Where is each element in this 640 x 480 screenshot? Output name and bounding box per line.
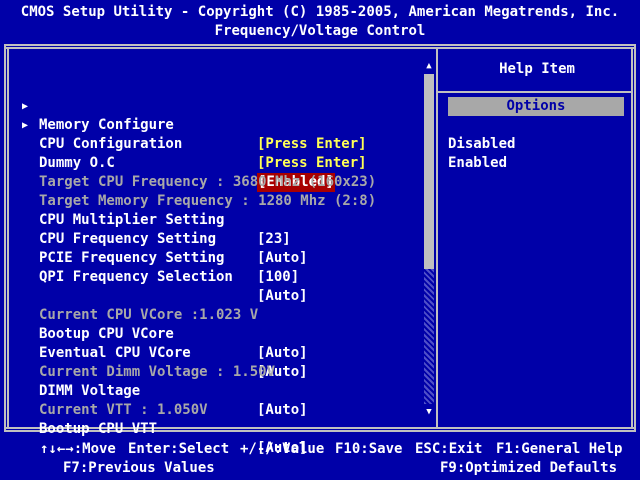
option-item: Disabled bbox=[448, 136, 516, 152]
key-hint-general-help: F1:General Help bbox=[496, 441, 623, 457]
panel-divider bbox=[436, 47, 438, 429]
readonly-text: Target CPU Frequency : 3680 Mhz (160x23) bbox=[39, 174, 377, 190]
setting-row-qpi-frequency[interactable]: QPI Frequency Selection [Auto] bbox=[6, 249, 308, 304]
setting-row-cpu-multiplier[interactable]: CPU Multiplier Setting [23] bbox=[6, 192, 291, 247]
setting-row-dimm-voltage[interactable]: DIMM Voltage [Auto] bbox=[6, 363, 308, 418]
bios-screen: CMOS Setup Utility - Copyright (C) 1985-… bbox=[0, 0, 640, 480]
setting-label: PCIE Frequency Setting bbox=[39, 250, 225, 266]
setting-row-bootup-cpu-vtt[interactable]: Bootup CPU VTT [Auto] bbox=[6, 401, 308, 456]
triangle-down-icon[interactable]: ▼ bbox=[424, 406, 434, 418]
readonly-text: Target Memory Frequency : 1280 Mhz (2:8) bbox=[39, 193, 377, 209]
scrollbar[interactable]: ▲ ▼ bbox=[424, 60, 434, 418]
frame-right-border bbox=[634, 44, 636, 432]
app-title: CMOS Setup Utility - Copyright (C) 1985-… bbox=[20, 4, 620, 20]
setting-label: Eventual CPU VCore bbox=[39, 345, 191, 361]
option-item: Enabled bbox=[448, 155, 508, 171]
scroll-thumb[interactable] bbox=[424, 74, 434, 269]
setting-value[interactable]: [Auto] bbox=[257, 287, 308, 306]
setting-value[interactable]: [Auto] bbox=[257, 401, 308, 420]
key-hint-value: +/-/:Value bbox=[240, 441, 325, 457]
setting-label: CPU Configuration bbox=[39, 136, 183, 152]
setting-row-eventual-cpu-vcore[interactable]: Eventual CPU VCore [Auto] bbox=[6, 325, 308, 380]
readonly-current-cpu-vcore: Current CPU VCore :1.023 V bbox=[6, 287, 258, 323]
key-hint-move: ↑↓←→:Move bbox=[40, 441, 116, 457]
setting-row-pcie-frequency[interactable]: PCIE Frequency Setting [100] bbox=[6, 230, 299, 285]
key-help-footer: ↑↓←→:Move Enter:Select +/-/:Value F10:Sa… bbox=[0, 438, 640, 480]
readonly-target-memory-frequency: Target Memory Frequency : 1280 Mhz (2:8) bbox=[6, 173, 376, 209]
triangle-up-icon[interactable]: ▲ bbox=[424, 60, 434, 72]
setting-value[interactable]: [100] bbox=[257, 268, 299, 287]
key-hint-select: Enter:Select bbox=[128, 441, 230, 457]
readonly-target-cpu-frequency: Target CPU Frequency : 3680 Mhz (160x23) bbox=[6, 154, 376, 190]
setting-label: Bootup CPU VTT bbox=[39, 421, 158, 437]
setting-row-bootup-cpu-vcore[interactable]: Bootup CPU VCore [Auto] bbox=[6, 306, 308, 361]
readonly-text: Current VTT : 1.050V bbox=[39, 402, 208, 418]
setting-label: QPI Frequency Selection bbox=[39, 269, 233, 285]
readonly-text: Current Dimm Voltage : 1.50V bbox=[39, 364, 276, 380]
setting-value[interactable]: [Auto] bbox=[257, 344, 308, 363]
frame-top-border-inner bbox=[4, 47, 636, 49]
setting-row-dummy-oc[interactable]: Dummy O.C [Enabled] bbox=[6, 135, 335, 192]
page-title: Frequency/Voltage Control bbox=[214, 23, 426, 39]
setting-label: Memory Configure bbox=[39, 117, 174, 133]
title-bar: CMOS Setup Utility - Copyright (C) 1985-… bbox=[0, 0, 640, 42]
options-header: Options bbox=[448, 97, 624, 116]
readonly-text: Current CPU VCore :1.023 V bbox=[39, 307, 259, 323]
help-title: Help Item bbox=[499, 61, 575, 77]
submenu-arrow-icon: ▶ bbox=[22, 120, 29, 131]
key-hint-previous-values: F7:Previous Values bbox=[63, 460, 215, 476]
setting-label: Bootup CPU VCore bbox=[39, 326, 174, 342]
setting-label: CPU Multiplier Setting bbox=[39, 212, 225, 228]
help-panel: Help Item Options Disabled Enabled bbox=[440, 53, 634, 423]
key-hint-save: F10:Save bbox=[335, 441, 403, 457]
setting-value[interactable]: [Press Enter] bbox=[257, 154, 367, 173]
setting-row-cpu-frequency[interactable]: CPU Frequency Setting [Auto] bbox=[6, 211, 308, 266]
setting-row-memory-configure[interactable]: ▶ Memory Configure [Press Enter] bbox=[6, 78, 367, 152]
key-hint-exit: ESC:Exit bbox=[415, 441, 483, 457]
setting-value[interactable]: [Auto] bbox=[257, 249, 308, 268]
setting-row-cpu-configuration[interactable]: ▶ CPU Configuration [Press Enter] bbox=[6, 97, 367, 171]
setting-value[interactable]: [Press Enter] bbox=[257, 135, 367, 154]
frame-top-border bbox=[4, 44, 636, 46]
setting-value[interactable]: [23] bbox=[257, 230, 291, 249]
readonly-current-dimm-voltage: Current Dimm Voltage : 1.50V bbox=[6, 344, 275, 380]
settings-panel: ▶ Memory Configure [Press Enter] ▶ CPU C… bbox=[6, 53, 436, 456]
readonly-current-vtt: Current VTT : 1.050V bbox=[6, 382, 208, 418]
key-hint-optimized-defaults: F9:Optimized Defaults bbox=[440, 460, 618, 476]
setting-label: CPU Frequency Setting bbox=[39, 231, 217, 247]
